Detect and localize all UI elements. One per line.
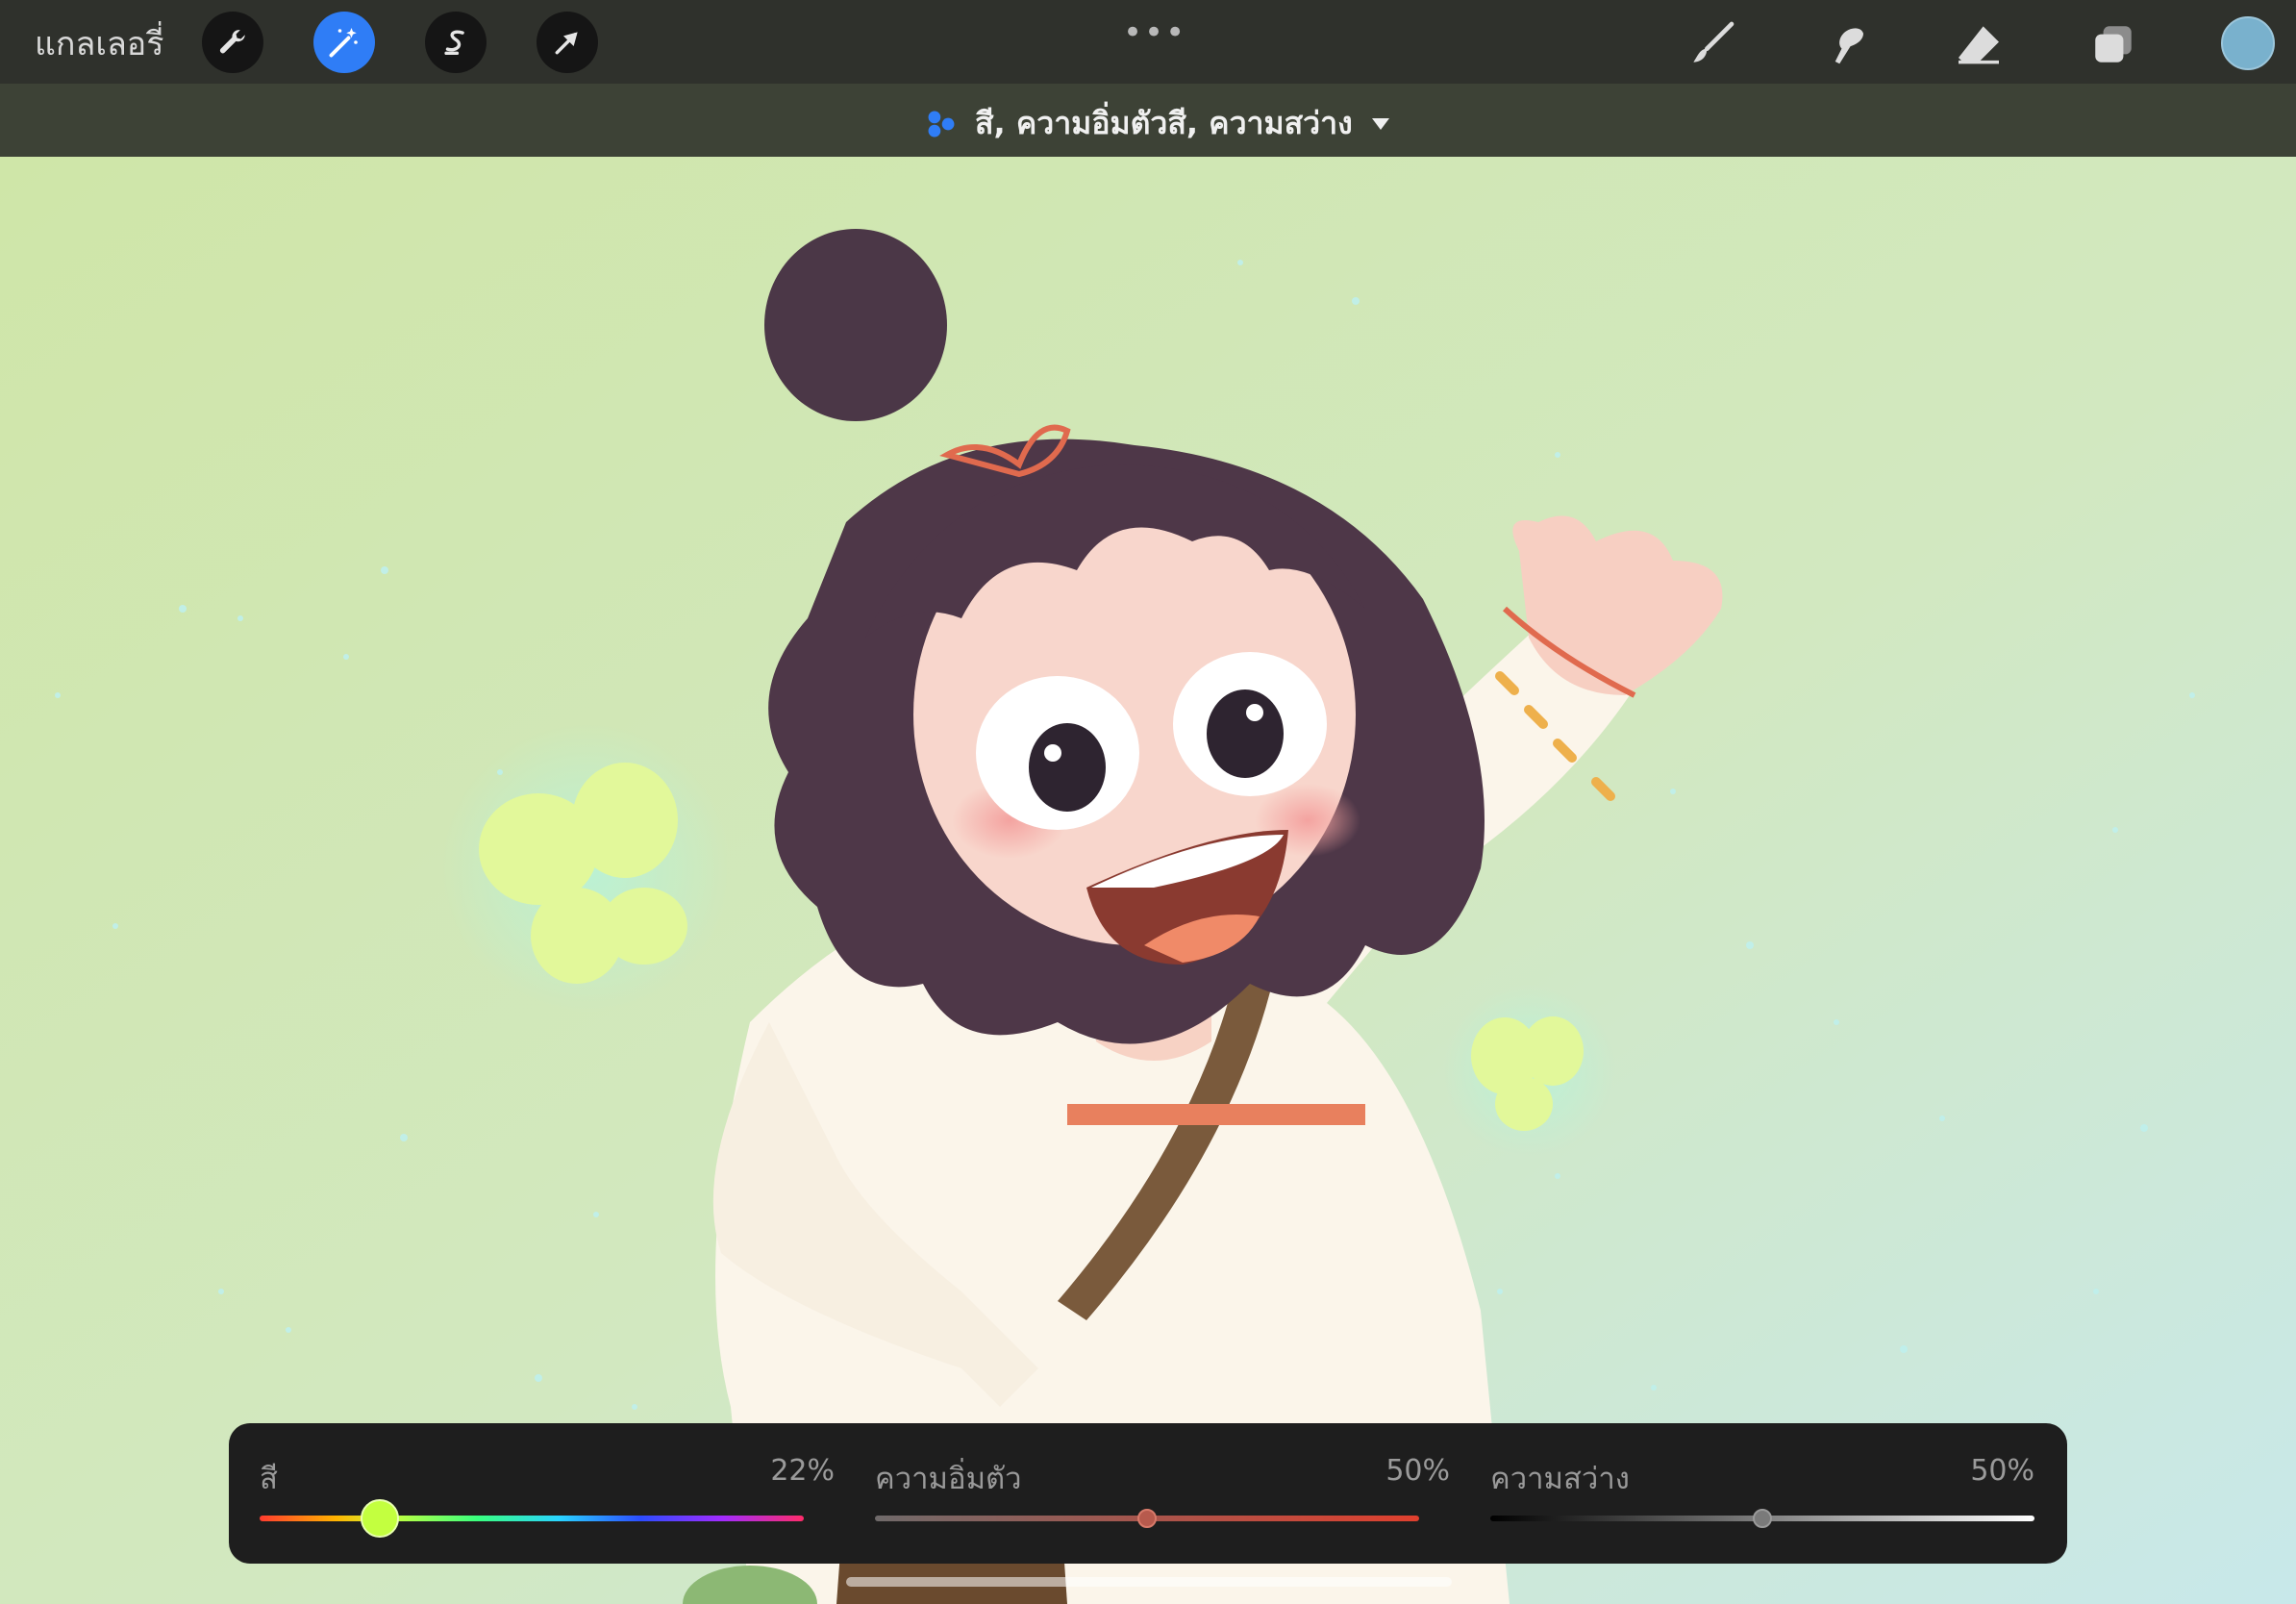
drawing-canvas[interactable]	[0, 157, 2296, 1604]
wrench-icon	[219, 30, 245, 54]
gallery-button[interactable]: แกลเลอรี่	[35, 17, 163, 69]
adjustments-button[interactable]	[313, 12, 375, 73]
smudge-button[interactable]	[1815, 13, 1877, 75]
eraser-icon	[1959, 26, 1999, 64]
layers-icon	[2095, 26, 2132, 63]
selection-icon	[444, 30, 464, 56]
adjustment-mode-selector[interactable]: สี, ความอิ่มตัวสี, ความสว่าง	[925, 99, 1391, 148]
transform-button[interactable]	[537, 12, 598, 73]
more-options-icon[interactable]: •••	[1123, 13, 1186, 52]
transform-arrow-icon	[555, 32, 578, 55]
hue-value: 22%	[770, 1454, 835, 1488]
brush-icon	[1693, 21, 1734, 63]
hue-slider-track[interactable]	[260, 1516, 804, 1521]
saturation-slider-knob[interactable]	[1137, 1509, 1157, 1528]
eraser-button[interactable]	[1948, 13, 2009, 75]
hsb-slider-panel: สี 22% ความอิ่มตัว 50% ความสว่าง 50%	[229, 1423, 2067, 1564]
hue-slider-group: สี 22%	[229, 1423, 844, 1564]
home-indicator	[846, 1577, 1452, 1587]
brush-button[interactable]	[1681, 13, 1742, 75]
hue-slider-knob[interactable]	[360, 1499, 399, 1538]
smudge-icon	[1834, 28, 1863, 64]
brightness-slider-group: ความสว่าง 50%	[1460, 1423, 2075, 1564]
brightness-slider-knob[interactable]	[1753, 1509, 1772, 1528]
artwork-illustration	[0, 157, 2296, 1604]
color-swatch[interactable]	[2221, 16, 2275, 70]
layers-button[interactable]	[2083, 13, 2144, 75]
adjustment-mode-label: สี, ความอิ่มตัวสี, ความสว่าง	[975, 105, 1353, 141]
hue-label: สี	[260, 1462, 278, 1496]
chevron-down-icon	[1371, 117, 1389, 130]
top-toolbar: แกลเลอรี่ •••	[0, 0, 2296, 84]
magic-wand-icon	[329, 28, 358, 58]
actions-button[interactable]	[202, 12, 263, 73]
saturation-label: ความอิ่มตัว	[875, 1462, 1022, 1496]
color-dots-icon	[928, 111, 955, 137]
brightness-value: 50%	[1970, 1454, 2034, 1488]
selection-button[interactable]	[425, 12, 487, 73]
saturation-value: 50%	[1385, 1454, 1450, 1488]
saturation-slider-group: ความอิ่มตัว 50%	[844, 1423, 1460, 1564]
brightness-label: ความสว่าง	[1490, 1462, 1630, 1496]
